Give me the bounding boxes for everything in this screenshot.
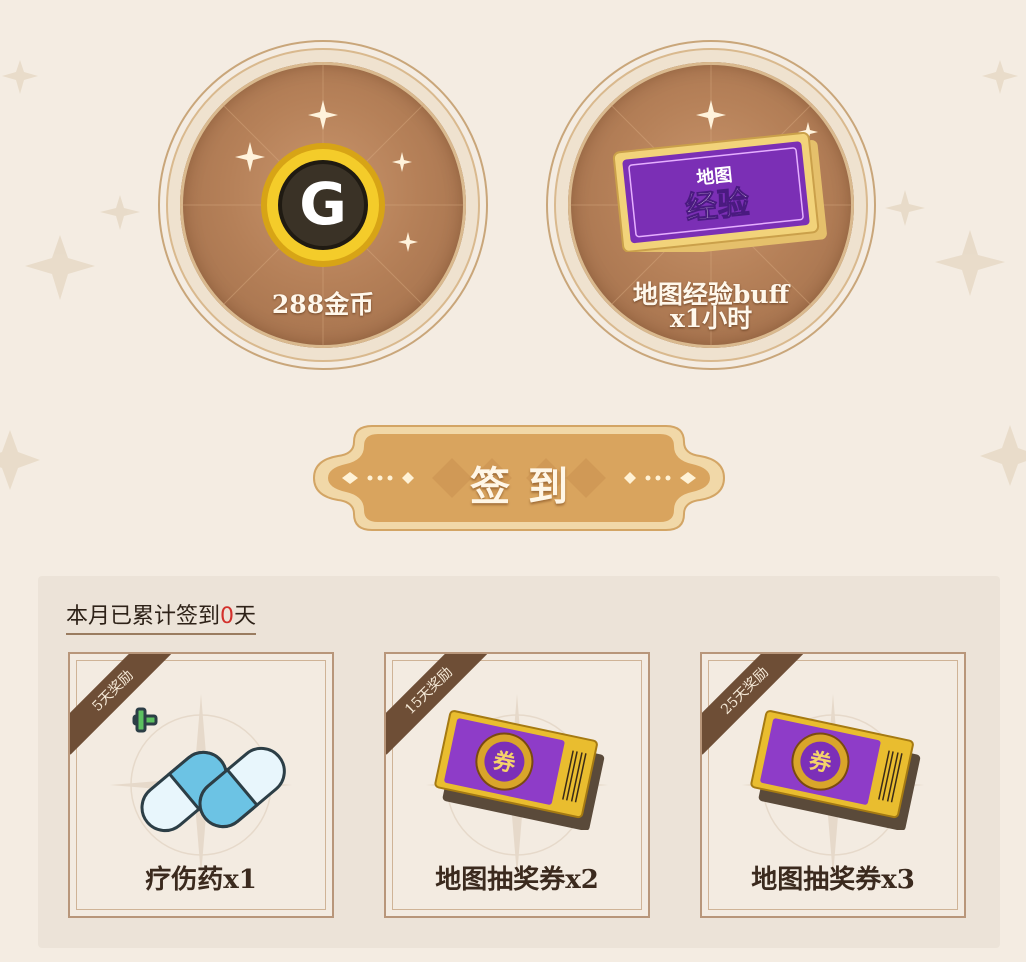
healing-pill-icon	[132, 707, 286, 833]
milestone-card-5-day[interactable]: 5天奖励 疗伤药x1	[68, 652, 334, 918]
map-exp-card-icon: 地图 经验	[612, 132, 827, 252]
milestone-card-15-day[interactable]: 15天奖励 券 地图抽奖券x2	[384, 652, 650, 918]
count-suffix: 天	[234, 604, 257, 629]
count-value: 0	[220, 604, 235, 629]
monthly-checkin-count: 本月已累计签到0天	[66, 598, 257, 635]
lottery-ticket-icon: 券	[434, 710, 605, 830]
lottery-ticket-icon: 券	[750, 710, 921, 830]
milestone-card-25-day[interactable]: 25天奖励 券 地图抽奖券x3	[700, 652, 966, 918]
svg-text:经验: 经验	[684, 183, 752, 227]
milestone-reward-label: 地图抽奖券x3	[751, 865, 915, 895]
svg-text:G: G	[299, 170, 347, 238]
checkin-button-label: 签到	[470, 463, 586, 510]
reward-gold-coins: G 288金币	[158, 40, 488, 370]
reward-label: 288金币	[271, 290, 375, 319]
reward-map-exp-buff: 地图 经验 地图经验buff x1小时	[546, 40, 876, 370]
reward-label-line2: x1小时	[669, 304, 753, 333]
checkin-button[interactable]: 签到	[312, 420, 726, 536]
count-prefix: 本月已累计签到	[66, 604, 221, 629]
gold-coin-icon: G	[261, 143, 385, 267]
monthly-checkin-panel: 本月已累计签到0天 5天奖励 疗伤药x1 15天奖励 券 地图抽奖券x2 25天…	[38, 576, 1000, 948]
milestone-reward-label: 地图抽奖券x2	[435, 865, 599, 895]
milestone-reward-label: 疗伤药x1	[145, 865, 257, 895]
